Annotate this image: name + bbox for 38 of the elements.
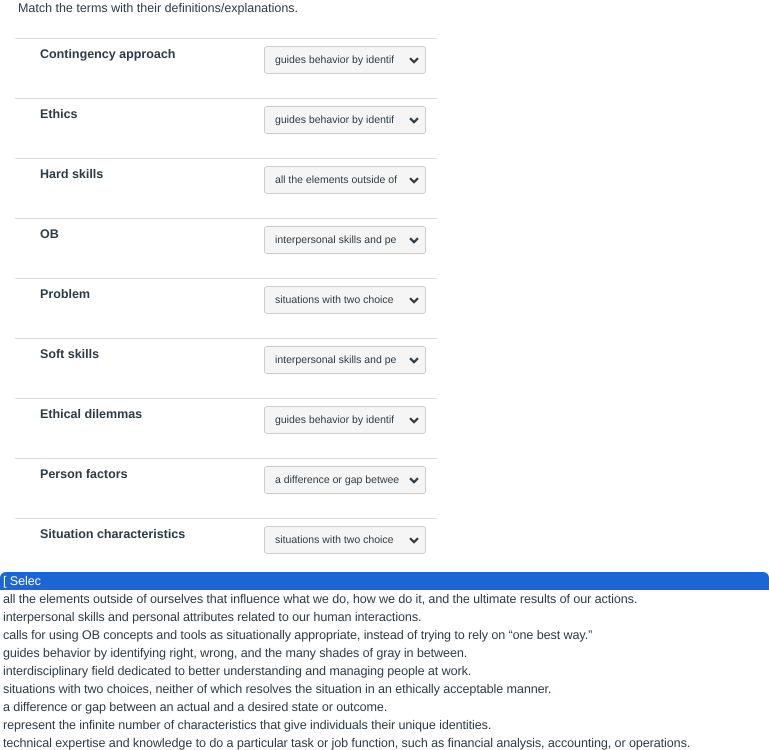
answer-dropdown[interactable]: all the elements outside of (264, 166, 426, 194)
dropdown-option[interactable]: situations with two choices, neither of which resolves the situation in an ethically acceptable manner. (0, 680, 769, 698)
dropdown-option[interactable]: interpersonal skills and personal attributes related to our human interactions. (0, 608, 769, 626)
term-label: OB (40, 227, 59, 241)
dropdown-option[interactable]: all the elements outside of ourselves that influence what we do, how we do it, and the ultimate results of our actions. (0, 590, 769, 608)
term-label: Contingency approach (40, 47, 176, 61)
dropdown-option[interactable]: technical expertise and knowledge to do a particular task or job function, such as financial analysis, accounting, or operations. (0, 734, 769, 750)
chevron-down-icon (409, 356, 419, 364)
chevron-down-icon (409, 176, 419, 184)
instruction-text: Match the terms with their definitions/explanations. (17, 0, 299, 17)
term-label: Person factors (40, 467, 128, 481)
chevron-down-icon (409, 416, 419, 424)
answer-dropdown[interactable]: interpersonal skills and pe (264, 346, 426, 374)
dropdown-option[interactable]: calls for using OB concepts and tools as situationally appropriate, instead of trying to rely on “one best way.” (0, 626, 769, 644)
chevron-down-icon (409, 476, 419, 484)
term-label: Ethics (40, 107, 78, 121)
term-label: Situation characteristics (40, 527, 186, 541)
answer-dropdown[interactable]: interpersonal skills and pe (264, 226, 426, 254)
dropdown-option[interactable]: a difference or gap between an actual and a desired state or outcome. (0, 698, 769, 716)
answer-dropdown[interactable]: situations with two choice (264, 526, 426, 554)
dropdown-option[interactable]: [ Selec (0, 572, 769, 590)
dropdown-option[interactable]: guides behavior by identifying right, wrong, and the many shades of gray in between. (0, 644, 769, 662)
term-label: Problem (40, 287, 90, 301)
term-label: Soft skills (40, 347, 100, 361)
chevron-down-icon (409, 236, 419, 244)
chevron-down-icon (409, 296, 419, 304)
chevron-down-icon (409, 116, 419, 124)
term-label: Ethical dilemmas (40, 407, 142, 421)
dropdown-option[interactable]: represent the infinite number of characteristics that give individuals their unique identities. (0, 716, 769, 734)
answer-dropdown[interactable]: guides behavior by identif (264, 106, 426, 134)
answer-dropdown[interactable]: guides behavior by identif (264, 406, 426, 434)
answer-dropdown[interactable]: a difference or gap betwee (264, 466, 426, 494)
term-label: Hard skills (40, 167, 104, 181)
answer-dropdown[interactable]: guides behavior by identif (264, 46, 426, 74)
dropdown-option[interactable]: interdisciplinary field dedicated to better understanding and managing people at work. (0, 662, 769, 680)
chevron-down-icon (409, 56, 419, 64)
chevron-down-icon (409, 536, 419, 544)
answer-dropdown[interactable]: situations with two choice (264, 286, 426, 314)
